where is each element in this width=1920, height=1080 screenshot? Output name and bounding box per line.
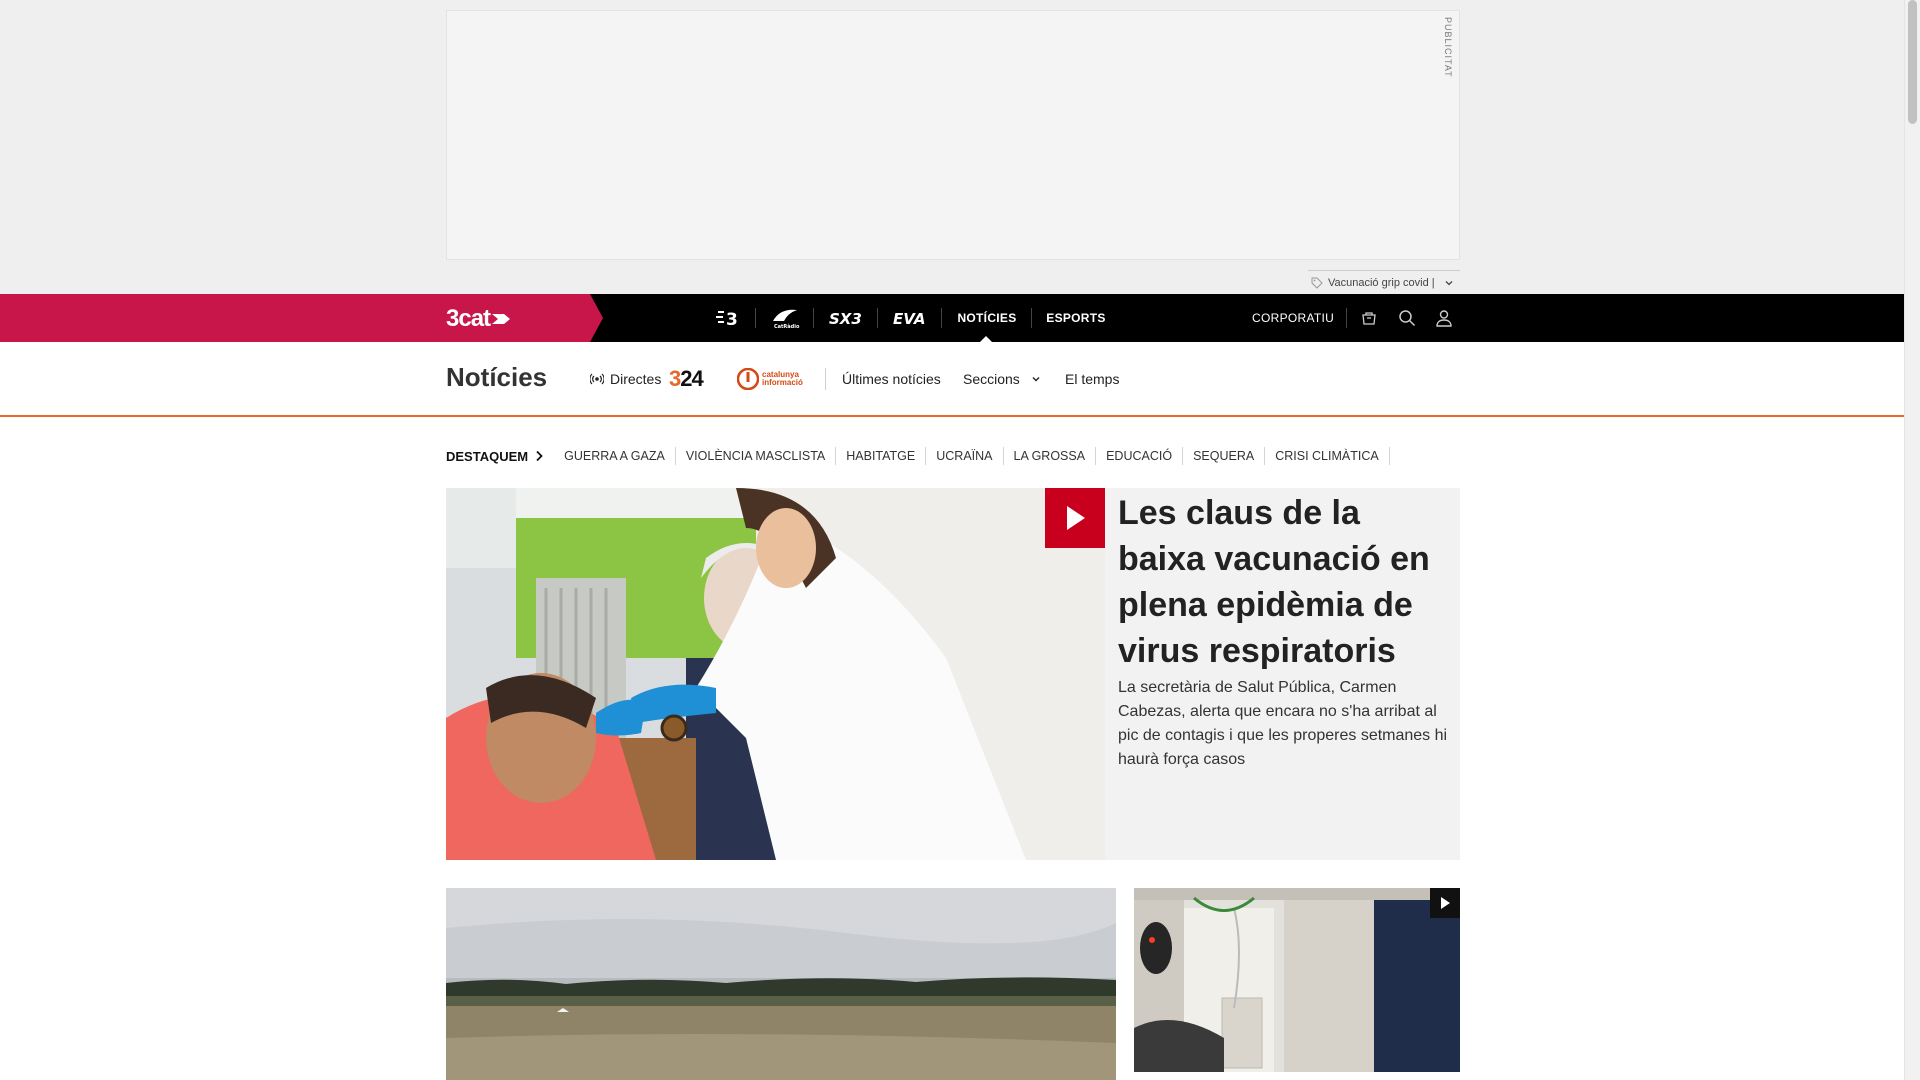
divider (825, 368, 826, 390)
tv3-logo-icon: 3 (716, 310, 738, 328)
featured-image[interactable] (446, 488, 1105, 860)
svg-text:EVA: EVA (893, 310, 925, 327)
channel-catradio[interactable]: CatRàdio (756, 294, 814, 342)
link-ultimes-noticies[interactable]: Últimes notícies (842, 371, 941, 387)
corporate-label: CORPORATIU (1252, 311, 1335, 325)
news-card-1[interactable] (446, 888, 1116, 1080)
topic-tag-chip[interactable]: Vacunació grip covid | (1308, 270, 1460, 294)
highlight-guerra-a-gaza[interactable]: GUERRA A GAZA (554, 447, 676, 465)
catradio-logo-icon: CatRàdio (773, 309, 800, 330)
link-label: Seccions (963, 371, 1020, 387)
link-el-temps[interactable]: El temps (1065, 371, 1119, 387)
highlight-educacio[interactable]: EDUCACIÓ (1096, 447, 1184, 465)
divider (1346, 308, 1347, 328)
play-icon (1441, 897, 1450, 909)
shop-icon[interactable] (1357, 306, 1381, 330)
channel-324-logo[interactable]: 3 24 (669, 366, 704, 391)
brand-name: 3cat (446, 305, 491, 332)
channel-eva[interactable]: EVA (878, 294, 942, 342)
top-navigation: 3cat 3 CatRàdio SX3 EVA NOTÍCIES ESPORTS… (0, 294, 1904, 342)
news-card-2[interactable] (1134, 888, 1460, 1072)
brand-wave-icon (492, 314, 511, 324)
eva-logo-icon: EVA (893, 310, 925, 327)
nav-noticies[interactable]: NOTÍCIES (942, 294, 1032, 342)
news-card-2-image (1134, 888, 1460, 1072)
highlight-la-grossa[interactable]: LA GROSSA (1004, 447, 1097, 465)
topic-tag-label: Vacunació grip covid | (1328, 276, 1435, 289)
live-broadcast-icon (590, 373, 604, 385)
chevron-down-icon (1445, 280, 1453, 285)
ad-label: PUBLICITAT (1443, 17, 1453, 78)
nav-esports-label: ESPORTS (1046, 311, 1106, 325)
nav-esports[interactable]: ESPORTS (1032, 294, 1120, 342)
user-icon[interactable] (1432, 306, 1456, 330)
highlight-crisi-climatica[interactable]: CRISI CLIMÀTICA (1265, 447, 1390, 465)
chevron-down-icon (1032, 377, 1040, 382)
highlight-sequera[interactable]: SEQUERA (1183, 447, 1266, 465)
highlight-habitatge[interactable]: HABITATGE (836, 447, 927, 465)
link-label: El temps (1065, 371, 1120, 387)
catalunya-informacio-icon (737, 368, 759, 390)
page-scrollbar[interactable] (1904, 0, 1920, 1080)
highlights-head[interactable]: DESTAQUEM (446, 449, 544, 464)
highlight-ucraina[interactable]: UCRAÏNA (926, 447, 1004, 465)
tag-icon (1311, 277, 1323, 289)
highlights-head-label: DESTAQUEM (446, 448, 529, 464)
search-icon[interactable] (1395, 306, 1419, 330)
ad-banner[interactable]: PUBLICITAT (446, 10, 1460, 260)
brand-logo[interactable]: 3cat (446, 305, 512, 333)
featured-headline[interactable]: Les claus de la baixa vacunació en plena… (1118, 490, 1448, 674)
link-label: Últimes notícies (842, 371, 941, 387)
live-label: Directes (610, 371, 662, 387)
svg-text:CatRàdio: CatRàdio (774, 323, 800, 330)
sx3-logo-icon: SX3 (829, 310, 862, 327)
play-video-button[interactable] (1430, 888, 1460, 918)
svg-text:3: 3 (726, 310, 738, 328)
live-directes[interactable]: Directes (590, 371, 661, 387)
ci-line2: informació (762, 378, 803, 387)
channel-tv3[interactable]: 3 (702, 294, 756, 342)
highlight-violencia-masclista[interactable]: VIOLÈNCIA MASCLISTA (676, 447, 837, 465)
play-icon (1067, 506, 1085, 530)
featured-article[interactable]: Les claus de la baixa vacunació en plena… (446, 488, 1460, 860)
scrollbar-thumb[interactable] (1908, 0, 1917, 124)
featured-summary: La secretària de Salut Pública, Carmen C… (1118, 679, 1448, 768)
link-seccions[interactable]: Seccions (963, 371, 1042, 387)
highlights-bar: DESTAQUEM GUERRA A GAZA VIOLÈNCIA MASCLI… (446, 446, 1390, 466)
corporate-link[interactable]: CORPORATIU (1252, 294, 1334, 342)
play-video-button[interactable] (1045, 488, 1105, 548)
channel-sx3[interactable]: SX3 (814, 294, 878, 342)
section-header: Notícies Directes 3 24 catalunya informac… (0, 342, 1904, 417)
brand-block (0, 294, 603, 342)
ad-zone: PUBLICITAT Vacunació grip covid | (0, 0, 1904, 294)
news-card-1-image (446, 888, 1116, 1080)
svg-text:SX3: SX3 (829, 310, 862, 327)
section-title[interactable]: Notícies (446, 362, 547, 393)
catalunya-informacio-logo[interactable]: catalunya informació (737, 368, 803, 390)
nav-noticies-label: NOTÍCIES (957, 311, 1017, 325)
chevron-right-icon (536, 450, 543, 462)
